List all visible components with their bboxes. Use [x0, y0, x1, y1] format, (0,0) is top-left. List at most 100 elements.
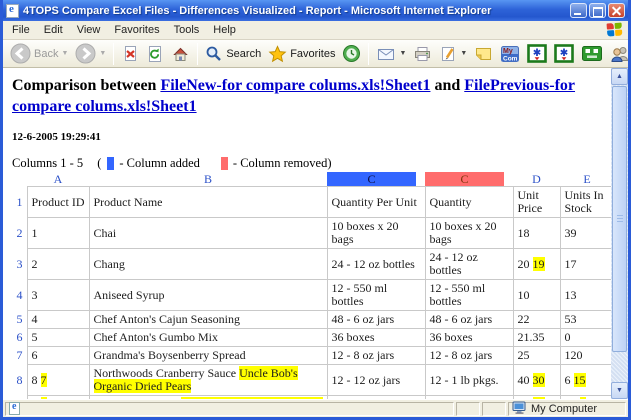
table-cell: 10	[512, 279, 561, 311]
home-button[interactable]	[168, 42, 193, 66]
table-cell: Chef Anton's Cajun Seasoning	[88, 310, 328, 329]
table-cell: Product ID	[26, 186, 90, 218]
messenger-button[interactable]	[578, 42, 606, 66]
menu-favorites[interactable]: Favorites	[107, 22, 166, 38]
history-button[interactable]	[339, 42, 364, 66]
stop-button[interactable]	[118, 42, 142, 66]
mail-icon	[376, 46, 396, 62]
row-number: 3	[16, 256, 23, 271]
row-number: 1	[16, 194, 23, 209]
print-button[interactable]	[410, 42, 435, 66]
table-cell: 18	[512, 217, 561, 249]
table-cell: 12 - 8 oz jars	[326, 346, 426, 365]
table-cell: 6	[26, 346, 90, 365]
table-cell: Grandma's Boysenberry Spread	[88, 346, 328, 365]
status-pane	[482, 401, 506, 416]
table-cell: 10 boxes x 20 bags	[424, 217, 514, 249]
vertical-scrollbar[interactable]: ▲ ▼	[611, 68, 628, 399]
table-row: 6 5 Chef Anton's Gumbo Mix 36 boxes 36 boxes…	[12, 328, 611, 347]
menu-items: File Edit View Favorites Tools Help	[5, 22, 606, 38]
compare-files-button[interactable]	[524, 42, 550, 66]
table-cell: 20 19	[512, 248, 561, 280]
table-cell: 12 - 1 lb pkgs.	[424, 364, 514, 396]
back-button[interactable]: Back ▼	[7, 42, 71, 66]
menu-file[interactable]: File	[5, 22, 37, 38]
comparison-table: A B C C D E 1 Product ID Product Name Quantity Pe…	[12, 172, 611, 399]
close-button[interactable]	[608, 3, 625, 18]
status-zone-pane: My Computer	[508, 401, 626, 417]
legend-removed-label: - Column removed)	[232, 156, 332, 170]
report-timestamp: 12-6-2005 19:29:41	[12, 131, 101, 143]
favorites-button[interactable]: Favorites	[265, 42, 338, 66]
table-cell: 10 boxes x 20 bags	[326, 217, 426, 249]
notes-button[interactable]	[471, 42, 496, 66]
svg-text:My: My	[503, 48, 513, 55]
table-cell: 24 - 12 oz bottles	[326, 248, 426, 280]
maximize-button[interactable]	[589, 3, 606, 18]
back-dropdown-icon[interactable]: ▼	[61, 50, 68, 57]
table-cell: Northwoods Cranberry Sauce Uncle Bob's O…	[88, 364, 328, 396]
column-letter-D: D	[532, 172, 541, 186]
row-number: 4	[16, 287, 23, 302]
forward-dropdown-icon[interactable]: ▼	[99, 50, 106, 57]
table-cell: 12 - 550 ml bottles	[424, 279, 514, 311]
toolbar-separator	[113, 42, 115, 65]
back-icon	[10, 43, 31, 64]
table-cell: 3	[26, 279, 90, 311]
legend-removed-swatch	[220, 157, 228, 170]
table-cell: Product Name	[88, 186, 328, 218]
toolbar: Back ▼ ▼ Search Favorites ▼ ▼ My Com	[3, 40, 631, 68]
menu-view[interactable]: View	[70, 22, 108, 38]
table-cell: 17	[559, 248, 611, 280]
menu-tools[interactable]: Tools	[167, 22, 207, 38]
asterisk-icon	[527, 44, 548, 63]
mycom-icon: My Com	[500, 45, 520, 63]
row-number: 9	[12, 396, 27, 400]
table-cell: Chef Anton's Gumbo Mix	[88, 328, 328, 347]
table-row: 5 4 Chef Anton's Cajun Seasoning 48 - 6 oz …	[12, 310, 611, 329]
menu-help[interactable]: Help	[206, 22, 243, 38]
table-cell: 12 - 12 oz jars	[424, 395, 514, 399]
table-cell: 25	[512, 346, 561, 365]
stop-icon	[121, 45, 139, 63]
scroll-down-button[interactable]: ▼	[611, 382, 628, 399]
status-main-pane	[5, 401, 454, 416]
page-content: Comparison between FileNew-for compare c…	[3, 68, 628, 399]
table-cell: Mishi Kobe Niku Northwoods Cranberry Sau…	[88, 395, 328, 399]
table-cell: Chai	[88, 217, 328, 249]
forward-button[interactable]: ▼	[72, 42, 109, 66]
menu-edit[interactable]: Edit	[37, 22, 70, 38]
edit-button[interactable]: ▼	[436, 42, 470, 66]
contacts-button[interactable]	[607, 42, 631, 66]
search-button[interactable]: Search	[202, 42, 264, 66]
compare-sheets-button[interactable]	[551, 42, 577, 66]
print-icon	[413, 45, 432, 63]
table-cell: 12 - 8 oz jars	[424, 346, 514, 365]
table-cell: 6 15	[559, 364, 611, 396]
link-file-new[interactable]: FileNew-for compare colums.xls!Sheet1	[160, 77, 430, 94]
table-cell: 53	[559, 310, 611, 329]
scroll-up-button[interactable]: ▲	[611, 68, 628, 85]
row-number: 5	[16, 312, 23, 326]
table-row: 1 Product ID Product Name Quantity Per Unit…	[12, 186, 611, 218]
row-number: 6	[16, 330, 23, 344]
my-computer-icon	[512, 401, 527, 417]
people-icon	[610, 45, 630, 63]
table-cell: Aniseed Syrup	[88, 279, 328, 311]
refresh-button[interactable]	[143, 42, 167, 66]
minimize-button[interactable]	[570, 3, 587, 18]
table-cell: 48 - 6 oz jars	[326, 310, 426, 329]
edit-dropdown-icon[interactable]: ▼	[460, 50, 467, 57]
table-row: 2 1 Chai 10 boxes x 20 bags 10 boxes x 20 ba…	[12, 217, 611, 249]
column-letter-A: A	[53, 172, 63, 186]
table-row-partial: 99 8Mishi Kobe Niku Northwoods Cranberry…	[12, 395, 611, 400]
mail-dropdown-icon[interactable]: ▼	[399, 50, 406, 57]
mycom-button[interactable]: My Com	[497, 42, 523, 66]
table-cell: 24 - 12 oz bottles	[424, 248, 514, 280]
legend-columns-range: Columns 1 - 5	[12, 156, 84, 170]
scroll-thumb[interactable]	[612, 86, 627, 352]
table-cell: Quantity Per Unit	[326, 186, 426, 218]
table-cell: 13	[559, 279, 611, 311]
table-cell: 36 boxes	[424, 328, 514, 347]
mail-button[interactable]: ▼	[373, 42, 409, 66]
